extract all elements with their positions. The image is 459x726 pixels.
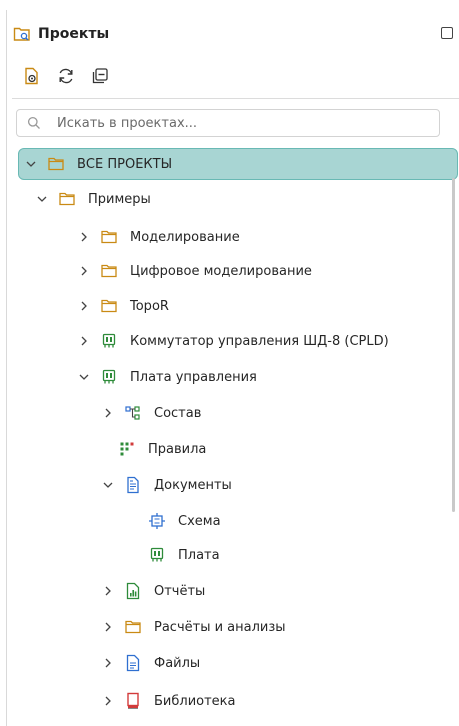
search-input[interactable] bbox=[55, 114, 419, 132]
toolbar bbox=[22, 66, 110, 86]
chevron-right-icon[interactable] bbox=[100, 693, 116, 709]
refresh-icon[interactable] bbox=[56, 66, 76, 86]
panel-left-border bbox=[6, 10, 7, 726]
chevron-right-icon[interactable] bbox=[100, 619, 116, 635]
tree-item-label: Состав bbox=[154, 405, 202, 421]
tree-item-topor[interactable]: TopoR bbox=[76, 291, 169, 321]
tree-item-board[interactable]: Плата bbox=[146, 540, 220, 570]
tree-item-examples[interactable]: Примеры bbox=[34, 184, 151, 214]
hierarchy-icon bbox=[124, 404, 142, 422]
rules-grid-icon bbox=[118, 440, 136, 458]
tree-item-reports[interactable]: Отчёты bbox=[100, 576, 205, 606]
chevron-right-icon[interactable] bbox=[76, 298, 92, 314]
circuit-board-icon bbox=[100, 368, 118, 386]
tree-item-label: TopoR bbox=[130, 298, 169, 314]
tree-item-composition[interactable]: Состав bbox=[100, 398, 201, 428]
tree-item-all-projects[interactable]: ВСЕ ПРОЕКТЫ bbox=[18, 148, 458, 180]
folder-icon bbox=[47, 155, 65, 173]
collapse-all-icon[interactable] bbox=[90, 66, 110, 86]
projects-folder-search-icon bbox=[12, 24, 32, 44]
schematic-icon bbox=[148, 512, 166, 530]
tree-item-schema[interactable]: Схема bbox=[146, 506, 221, 536]
chevron-down-icon[interactable] bbox=[23, 156, 39, 172]
documents-icon bbox=[124, 476, 142, 494]
chevron-right-icon[interactable] bbox=[100, 583, 116, 599]
projects-panel: Проекты Искать в проектах... ВСЕ ПРОЕКТЫ… bbox=[0, 0, 459, 726]
chevron-right-icon[interactable] bbox=[76, 229, 92, 245]
tree-item-label: Схема bbox=[178, 513, 221, 529]
tree-item-rules[interactable]: Правила bbox=[116, 434, 206, 464]
chevron-down-icon[interactable] bbox=[34, 191, 50, 207]
panel-title: Проекты bbox=[38, 26, 110, 42]
tree-item-label: Отчёты bbox=[154, 583, 206, 599]
chevron-right-icon[interactable] bbox=[100, 655, 116, 671]
tree-item-label: Файлы bbox=[154, 655, 201, 671]
tree-item-documents[interactable]: Документы bbox=[100, 470, 232, 500]
tree-item-calculations[interactable]: Расчёты и анализы bbox=[100, 612, 286, 642]
chevron-down-icon[interactable] bbox=[76, 369, 92, 385]
open-project-icon[interactable] bbox=[22, 66, 42, 86]
chevron-right-icon[interactable] bbox=[76, 263, 92, 279]
circuit-board-icon bbox=[148, 546, 166, 564]
tree-item-label: Плата bbox=[178, 547, 220, 563]
tree-item-modeling[interactable]: Моделирование bbox=[76, 222, 240, 252]
tree-item-label: Моделирование bbox=[130, 229, 240, 245]
tree-item-label: Библиотека bbox=[154, 693, 236, 709]
folder-icon bbox=[124, 618, 142, 636]
search-box bbox=[16, 109, 440, 137]
tree-item-digital-modeling[interactable]: Цифровое моделирование bbox=[76, 256, 312, 286]
tree-item-label: Примеры bbox=[88, 191, 151, 207]
file-icon bbox=[124, 654, 142, 672]
vertical-scrollbar[interactable] bbox=[452, 178, 455, 512]
library-icon bbox=[124, 692, 142, 710]
folder-icon bbox=[58, 190, 76, 208]
tree-item-label: Расчёты и анализы bbox=[154, 619, 286, 635]
chevron-right-icon[interactable] bbox=[100, 405, 116, 421]
chevron-down-icon[interactable] bbox=[100, 477, 116, 493]
tree-item-library[interactable]: Библиотека bbox=[100, 686, 236, 716]
panel-header: Проекты bbox=[10, 22, 459, 46]
tree-item-files[interactable]: Файлы bbox=[100, 648, 200, 678]
tree-item-label: ВСЕ ПРОЕКТЫ bbox=[77, 156, 173, 172]
tree-item-label: Документы bbox=[154, 477, 232, 493]
tree-item-label: Правила bbox=[148, 441, 207, 457]
folder-icon bbox=[100, 262, 118, 280]
toolbar-separator bbox=[12, 98, 459, 99]
report-chart-icon bbox=[124, 582, 142, 600]
tree-item-control-board[interactable]: Плата управления bbox=[76, 362, 257, 392]
folder-icon bbox=[100, 297, 118, 315]
tree-item-label: Цифровое моделирование bbox=[130, 263, 312, 279]
tree-item-label: Коммутатор управления ШД-8 (CPLD) bbox=[130, 333, 389, 349]
tree-item-label: Плата управления bbox=[130, 369, 257, 385]
folder-icon bbox=[100, 228, 118, 246]
search-icon bbox=[27, 116, 41, 130]
tree-item-switch-project[interactable]: Коммутатор управления ШД-8 (CPLD) bbox=[76, 326, 389, 356]
chevron-right-icon[interactable] bbox=[76, 333, 92, 349]
circuit-board-icon bbox=[100, 332, 118, 350]
maximize-button[interactable] bbox=[441, 27, 453, 39]
